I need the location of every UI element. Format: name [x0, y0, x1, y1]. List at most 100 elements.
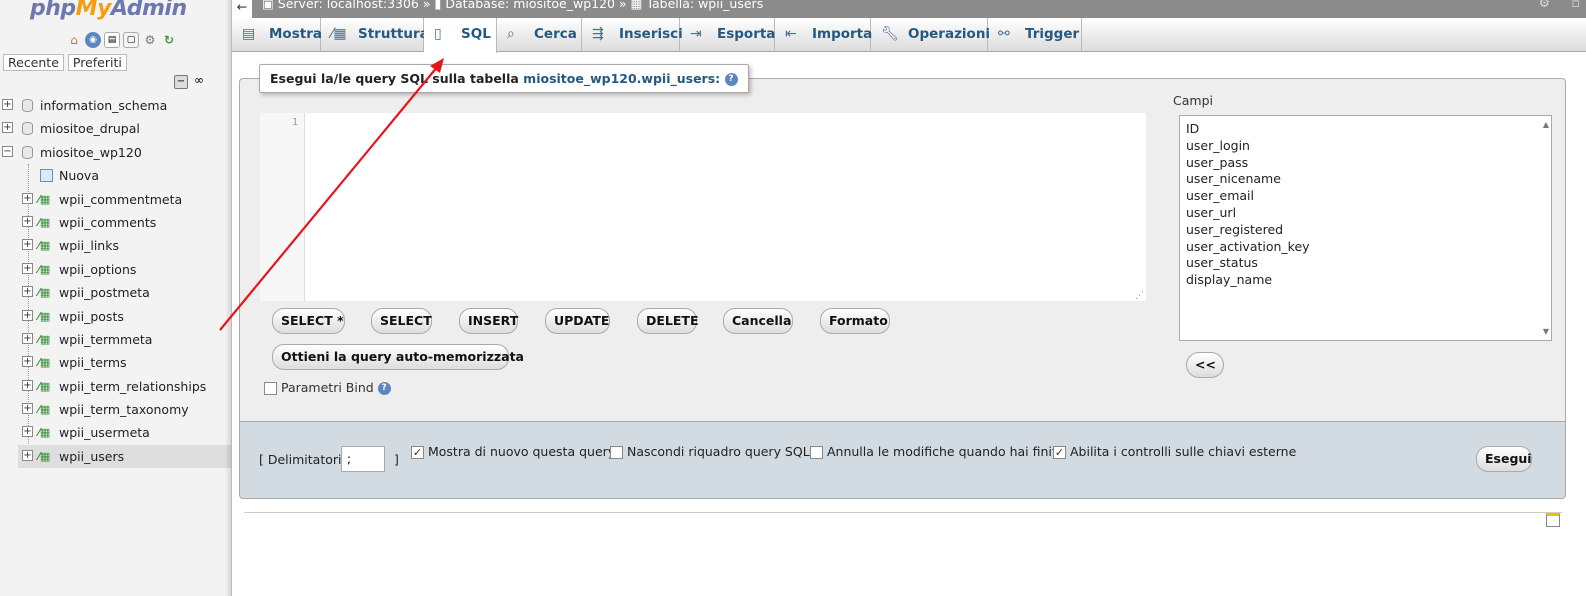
db-name[interactable]: miositoe_drupal — [40, 121, 140, 136]
rollback-label[interactable]: Annulla le modifiche quando hai finito — [827, 444, 1064, 459]
scroll-up-icon[interactable]: ▲ — [1543, 120, 1549, 129]
hide-sql-box-label[interactable]: Nascondi riquadro query SQL — [627, 444, 810, 459]
table-name[interactable]: wpii_commentmeta — [59, 192, 182, 207]
table-item[interactable]: + ⁄▦ wpii_links — [0, 234, 231, 257]
field-option[interactable]: display_name — [1186, 272, 1545, 289]
collapse-all-icon[interactable]: − — [174, 75, 188, 89]
tab-operations[interactable]: 🔧︎ Operazioni — [871, 18, 990, 52]
tab-insert[interactable]: ⇶ Inserisci — [582, 18, 683, 52]
table-name[interactable]: wpii_posts — [59, 309, 124, 324]
expand-icon[interactable]: + — [22, 215, 33, 227]
field-option[interactable]: user_nicename — [1186, 171, 1545, 188]
table-icon[interactable]: ⁄▦ — [38, 450, 53, 463]
insert-field-button[interactable]: << — [1186, 352, 1224, 378]
select-button[interactable]: SELECT — [371, 308, 432, 334]
home-icon[interactable]: ⌂ — [66, 32, 82, 48]
tab-favorites[interactable]: Preferiti — [67, 54, 127, 71]
table-icon[interactable]: ⁄▦ — [38, 263, 53, 276]
select-star-button[interactable]: SELECT * — [272, 308, 345, 334]
fields-listbox[interactable]: ID user_login user_pass user_nicename us… — [1179, 115, 1552, 341]
expand-icon[interactable]: + — [22, 286, 33, 298]
collapse-icon[interactable]: − — [2, 145, 13, 157]
db-item[interactable]: − miositoe_wp120 — [0, 141, 231, 164]
sql-docs-icon[interactable]: ▢ — [123, 32, 139, 48]
insert-button[interactable]: INSERT — [459, 308, 518, 334]
table-icon[interactable]: ⁄▦ — [38, 286, 53, 299]
table-icon[interactable]: ⁄▦ — [38, 426, 53, 439]
resize-grip-icon[interactable]: ⋰ — [1135, 291, 1144, 301]
table-item[interactable]: + ⁄▦ wpii_term_relationships — [0, 375, 231, 398]
table-icon[interactable]: ⁄▦ — [38, 216, 53, 229]
update-button[interactable]: UPDATE — [545, 308, 610, 334]
db-item[interactable]: + miositoe_drupal — [0, 117, 231, 140]
tab-structure[interactable]: ⁄▦ Struttura — [321, 18, 429, 52]
table-item[interactable]: + ⁄▦ wpii_terms — [0, 351, 231, 374]
new-table-item[interactable]: Nuova — [0, 164, 231, 187]
field-option[interactable]: user_url — [1186, 205, 1545, 222]
table-item[interactable]: + ⁄▦ wpii_comments — [0, 211, 231, 234]
tab-export[interactable]: ⇥ Esporta — [680, 18, 775, 52]
go-button[interactable]: Esegui — [1476, 446, 1532, 472]
table-item[interactable]: + ⁄▦ wpii_posts — [0, 305, 231, 328]
expand-icon[interactable]: + — [22, 356, 33, 368]
expand-icon[interactable]: + — [22, 332, 33, 344]
table-icon[interactable]: ⁄▦ — [38, 380, 53, 393]
table-name[interactable]: wpii_usermeta — [59, 425, 150, 440]
table-item[interactable]: + ⁄▦ wpii_options — [0, 258, 231, 281]
gear-icon[interactable]: ⚙ — [142, 32, 158, 48]
expand-icon[interactable]: + — [22, 239, 33, 251]
page-settings-icon[interactable]: ⚙ — [1539, 0, 1550, 10]
tab-search[interactable]: ⌕ Cerca — [497, 18, 582, 52]
db-name[interactable]: miositoe_wp120 — [40, 145, 142, 160]
expand-icon[interactable]: + — [22, 262, 33, 274]
clear-button[interactable]: Cancella — [723, 308, 793, 334]
table-item[interactable]: + ⁄▦ wpii_termmeta — [0, 328, 231, 351]
table-name[interactable]: wpii_postmeta — [59, 285, 150, 300]
rollback-checkbox[interactable] — [810, 446, 823, 459]
table-name[interactable]: wpii_term_taxonomy — [59, 402, 189, 417]
tab-browse[interactable]: ▤ Mostra — [232, 18, 322, 52]
tab-sql[interactable]: ▯ SQL — [424, 18, 497, 53]
phpmyadmin-logo[interactable]: phpMyAdmin — [30, 0, 187, 21]
console-icon[interactable] — [1546, 513, 1560, 527]
scroll-down-icon[interactable]: ▼ — [1543, 327, 1549, 336]
breadcrumb-server[interactable]: Server: localhost:3306 — [278, 0, 419, 11]
reload-icon[interactable]: ↻ — [161, 32, 177, 48]
expand-icon[interactable]: + — [2, 122, 13, 134]
table-icon[interactable]: ⁄▦ — [38, 333, 53, 346]
table-icon[interactable]: ⁄▦ — [38, 356, 53, 369]
table-item-selected[interactable]: + ⁄▦ wpii_users — [18, 444, 231, 469]
back-arrow-icon[interactable]: ← — [232, 0, 252, 18]
expand-icon[interactable]: + — [22, 379, 33, 391]
field-option[interactable]: user_status — [1186, 255, 1545, 272]
help-icon[interactable]: ? — [724, 73, 738, 86]
field-option[interactable]: ID — [1186, 121, 1545, 138]
breadcrumb-database[interactable]: Database: miositoe_wp120 — [445, 0, 615, 11]
field-option[interactable]: user_login — [1186, 138, 1545, 155]
breadcrumb-table[interactable]: Tabella: wpii_users — [646, 0, 763, 11]
table-name[interactable]: wpii_termmeta — [59, 332, 152, 347]
help-icon[interactable]: ? — [377, 382, 391, 395]
table-icon[interactable]: ⁄▦ — [38, 193, 53, 206]
table-name[interactable]: wpii_options — [59, 262, 136, 277]
foreign-key-checks-label[interactable]: Abilita i controlli sulle chiavi esterne — [1070, 444, 1296, 459]
show-query-again-checkbox[interactable]: ✓ — [411, 446, 424, 459]
db-name[interactable]: information_schema — [40, 98, 167, 113]
new-table-label[interactable]: Nuova — [59, 168, 99, 183]
expand-icon[interactable]: + — [22, 192, 33, 204]
table-name[interactable]: wpii_terms — [59, 355, 127, 370]
db-item[interactable]: + information_schema — [0, 94, 231, 117]
table-icon[interactable]: ⁄▦ — [38, 403, 53, 416]
table-item[interactable]: + ⁄▦ wpii_term_taxonomy — [0, 398, 231, 421]
field-option[interactable]: user_email — [1186, 188, 1545, 205]
expand-icon[interactable]: + — [22, 449, 33, 461]
tab-import[interactable]: ⇤ Importa — [775, 18, 872, 52]
table-name[interactable]: wpii_links — [59, 238, 119, 253]
table-item[interactable]: + ⁄▦ wpii_usermeta — [0, 421, 231, 444]
table-item[interactable]: + ⁄▦ wpii_postmeta — [0, 281, 231, 304]
field-option[interactable]: user_registered — [1186, 222, 1545, 239]
hide-sql-box-checkbox[interactable] — [610, 446, 623, 459]
table-name[interactable]: wpii_term_relationships — [59, 379, 206, 394]
bind-parameters-checkbox[interactable] — [264, 382, 277, 395]
field-option[interactable]: user_pass — [1186, 155, 1545, 172]
